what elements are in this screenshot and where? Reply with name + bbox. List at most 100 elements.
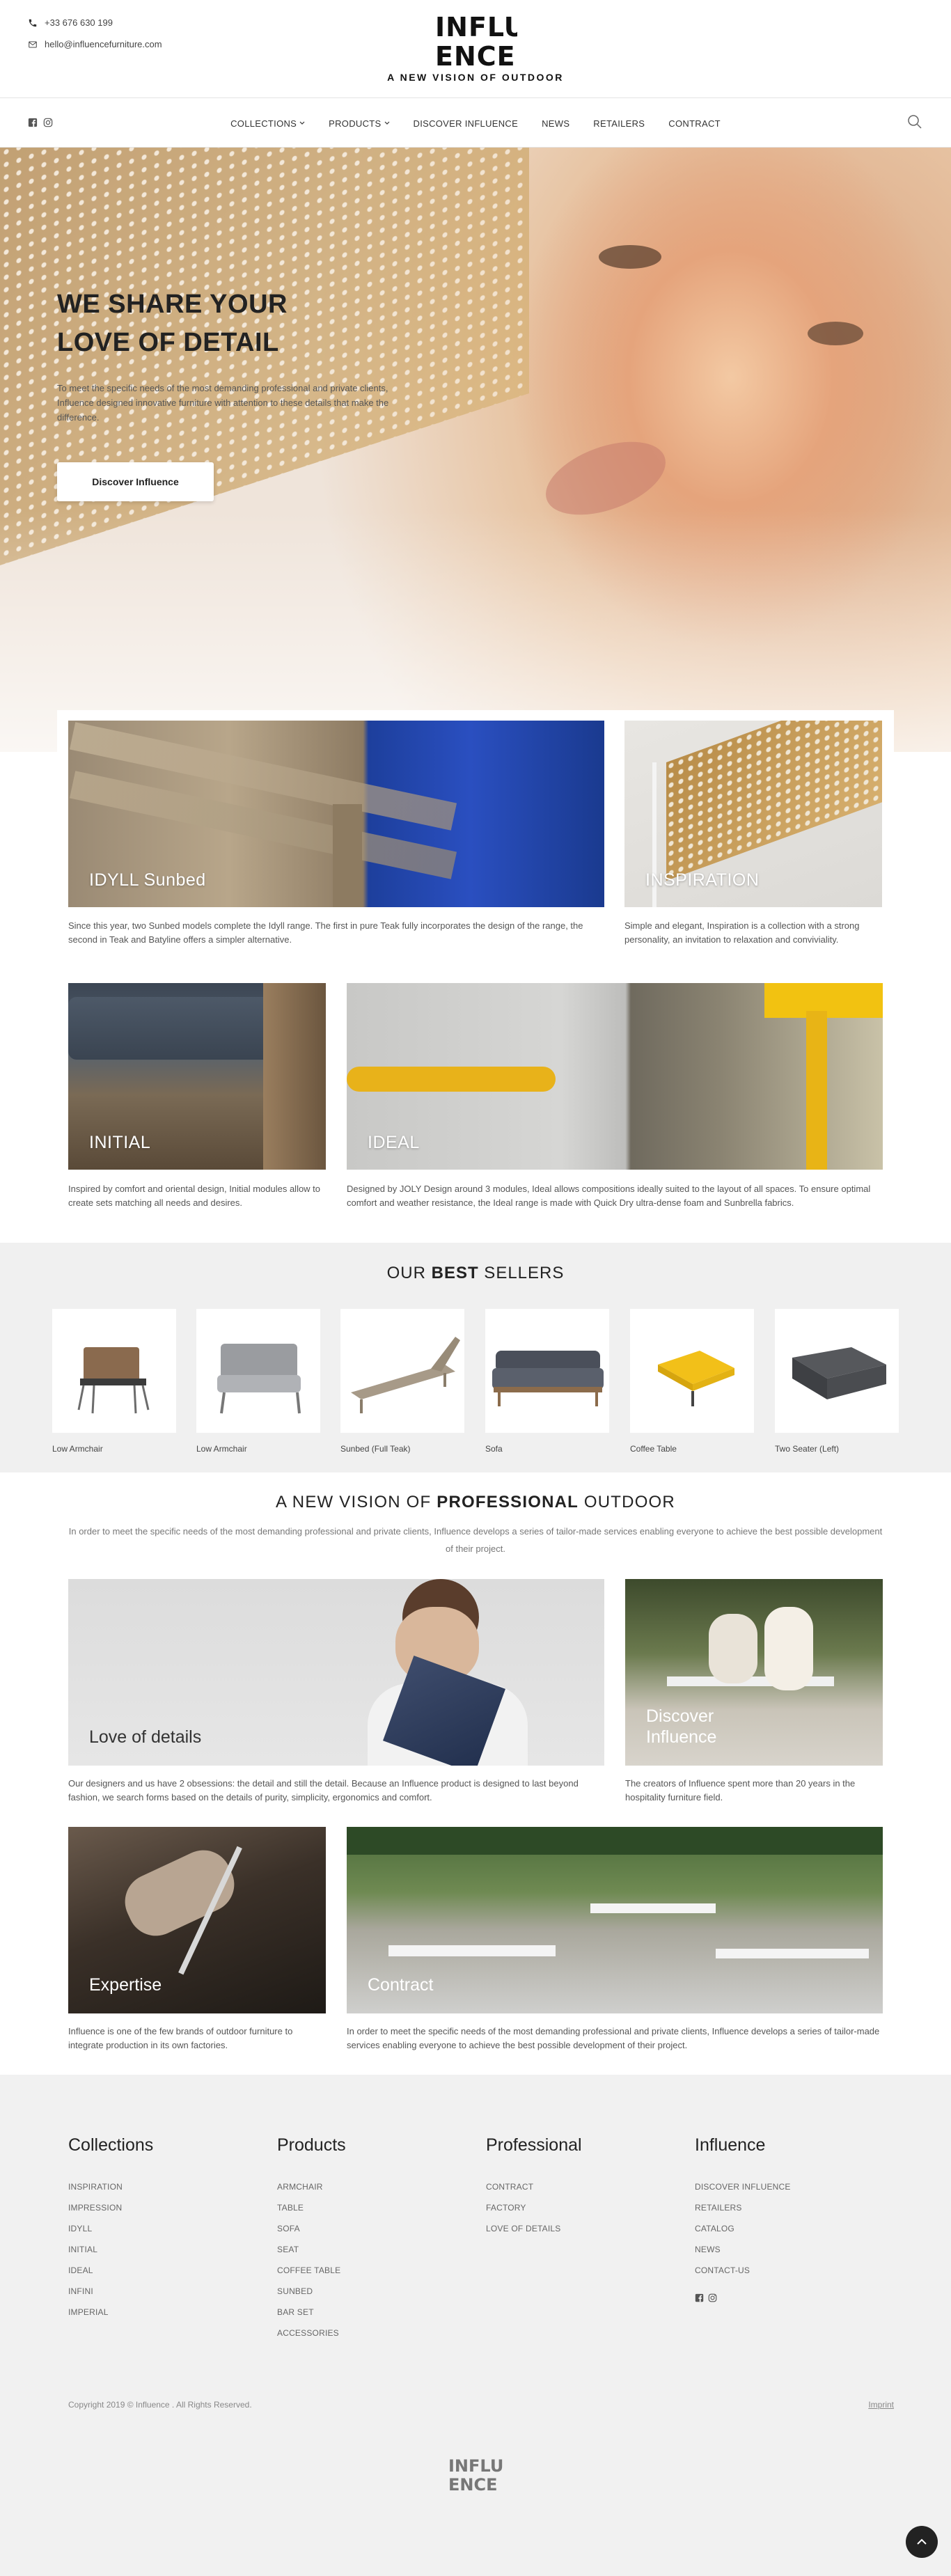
product-image [485, 1309, 609, 1433]
instagram-icon[interactable] [708, 2293, 717, 2302]
footer-link[interactable]: BAR SET [277, 2302, 346, 2323]
email-contact[interactable]: hello@influencefurniture.com [28, 39, 162, 49]
collection-description: Inspired by comfort and oriental design,… [68, 1184, 321, 1208]
nav-item-contract[interactable]: CONTRACT [668, 118, 721, 129]
footer-column-title: Collections [68, 2135, 154, 2155]
footer-column-influence: Influence DISCOVER INFLUENCE RETAILERS C… [695, 2135, 791, 2302]
pro-card-expertise[interactable]: Expertise [68, 1827, 326, 2013]
product-name: Low Armchair [196, 1444, 247, 1454]
product-image [775, 1309, 899, 1433]
footer-link[interactable]: LOVE OF DETAILS [486, 2218, 582, 2239]
main-navbar: COLLECTIONS PRODUCTS DISCOVER INFLUENCE … [0, 97, 951, 148]
hero-title: WE SHARE YOUR LOVE OF DETAIL [57, 285, 288, 362]
footer-social [695, 2293, 791, 2302]
best-sellers-title: OUR BEST SELLERS [0, 1264, 951, 1283]
hero-title-line-1: WE SHARE YOUR [57, 290, 288, 319]
product-card[interactable]: Low Armchair [52, 1309, 176, 1454]
product-name: Coffee Table [630, 1444, 677, 1454]
collection-label: IDEAL [368, 1133, 420, 1152]
collection-card-ideal[interactable]: IDEAL [347, 983, 883, 1170]
table [590, 1903, 716, 1913]
footer-column-title: Influence [695, 2135, 766, 2155]
chair-weave [666, 721, 882, 881]
footer-link[interactable]: IMPRESSION [68, 2197, 153, 2218]
footer-link[interactable]: IDEAL [68, 2260, 153, 2281]
professional-intro: In order to meet the specific needs of t… [68, 1526, 883, 1554]
nav-item-label: DISCOVER INFLUENCE [413, 118, 519, 129]
hero-title-line-2: LOVE OF DETAIL [57, 328, 279, 357]
top-header: +33 676 630 199 hello@influencefurniture… [0, 0, 951, 97]
product-card[interactable]: Sofa [485, 1309, 609, 1454]
product-card[interactable]: Low Armchair [196, 1309, 320, 1454]
footer-link[interactable]: TABLE [277, 2197, 346, 2218]
collection-card-idyll[interactable]: IDYLL Sunbed [68, 721, 604, 907]
title-part: A NEW VISION OF [276, 1493, 437, 1511]
nav-item-products[interactable]: PRODUCTS [329, 118, 389, 129]
phone-number: +33 676 630 199 [45, 17, 113, 28]
footer-link[interactable]: SEAT [277, 2239, 346, 2260]
table [716, 1949, 869, 1958]
collection-card-inspiration[interactable]: INSPIRATION [624, 721, 882, 907]
pro-card-label: Contract [368, 1975, 434, 1995]
pro-card-love-of-details[interactable]: Love of details [68, 1579, 604, 1766]
site-footer: Collections INSPIRATION IMPRESSION IDYLL… [0, 2075, 951, 2576]
table [388, 1945, 556, 1956]
search-icon[interactable] [906, 113, 923, 130]
nav-item-collections[interactable]: COLLECTIONS [230, 118, 305, 129]
chevron-up-icon [917, 2538, 927, 2545]
footer-link[interactable]: IMPERIAL [68, 2302, 153, 2323]
nav-item-news[interactable]: NEWS [542, 118, 569, 129]
footer-link[interactable]: CONTRACT [486, 2176, 582, 2197]
footer-column-professional: Professional CONTRACT FACTORY LOVE OF DE… [486, 2135, 582, 2239]
product-card[interactable]: Coffee Table [630, 1309, 754, 1454]
facebook-icon[interactable] [695, 2293, 704, 2302]
nav-item-label: NEWS [542, 118, 570, 129]
discover-influence-button[interactable]: Discover Influence [57, 462, 214, 501]
footer-link[interactable]: FACTORY [486, 2197, 582, 2218]
footer-link[interactable]: RETAILERS [695, 2197, 791, 2218]
pro-card-contract[interactable]: Contract [347, 1827, 883, 2013]
footer-link[interactable]: IDYLL [68, 2218, 153, 2239]
yellow-handle [347, 1067, 556, 1092]
email-address: hello@influencefurniture.com [45, 39, 162, 49]
footer-link[interactable]: INITIAL [68, 2239, 153, 2260]
product-image [630, 1309, 754, 1433]
scroll-to-top-button[interactable] [906, 2526, 938, 2558]
person [709, 1614, 757, 1683]
footer-link[interactable]: SOFA [277, 2218, 346, 2239]
pro-card-discover-influence[interactable]: Discover Influence [625, 1579, 883, 1766]
pro-card-description: Influence is one of the few brands of ou… [68, 2026, 293, 2050]
hero-banner: WE SHARE YOUR LOVE OF DETAIL To meet the … [0, 148, 951, 752]
nav-item-discover-influence[interactable]: DISCOVER INFLUENCE [414, 118, 519, 129]
footer-link[interactable]: NEWS [695, 2239, 791, 2260]
product-name: Two Seater (Left) [775, 1444, 840, 1454]
phone-contact[interactable]: +33 676 630 199 [28, 17, 113, 28]
footer-link[interactable]: ARMCHAIR [277, 2176, 346, 2197]
wood-frame [263, 983, 326, 1170]
footer-link[interactable]: CONTACT-US [695, 2260, 791, 2281]
footer-logo-line-1: INFLU [448, 2456, 503, 2476]
footer-link[interactable]: SUNBED [277, 2281, 346, 2302]
product-card[interactable]: Two Seater (Left) [775, 1309, 899, 1454]
footer-link[interactable]: COFFEE TABLE [277, 2260, 346, 2281]
nav-item-retailers[interactable]: RETAILERS [593, 118, 645, 129]
footer-link[interactable]: ACCESSORIES [277, 2323, 346, 2343]
footer-link[interactable]: INFINI [68, 2281, 153, 2302]
nav-item-label: CONTRACT [668, 118, 721, 129]
footer-link[interactable]: DISCOVER INFLUENCE [695, 2176, 791, 2197]
imprint-link[interactable]: Imprint [868, 2400, 894, 2410]
collection-description: Simple and elegant, Inspiration is a col… [624, 920, 860, 945]
collection-card-initial[interactable]: INITIAL [68, 983, 326, 1170]
footer-link[interactable]: INSPIRATION [68, 2176, 153, 2197]
pro-card-label-line-1: Discover [646, 1706, 714, 1726]
pro-card-label: Discover Influence [646, 1706, 716, 1748]
brand-logo[interactable]: INFLU ENCE [434, 10, 526, 72]
title-bold: PROFESSIONAL [437, 1493, 579, 1511]
product-card[interactable]: Sunbed (Full Teak) [340, 1309, 464, 1454]
yellow-leg [806, 1011, 827, 1170]
product-name: Low Armchair [52, 1444, 103, 1454]
footer-logo[interactable]: INFLU ENCE [448, 2454, 503, 2495]
nav-item-label: PRODUCTS [329, 118, 382, 129]
footer-link[interactable]: CATALOG [695, 2218, 791, 2239]
nav-item-label: COLLECTIONS [230, 118, 297, 129]
